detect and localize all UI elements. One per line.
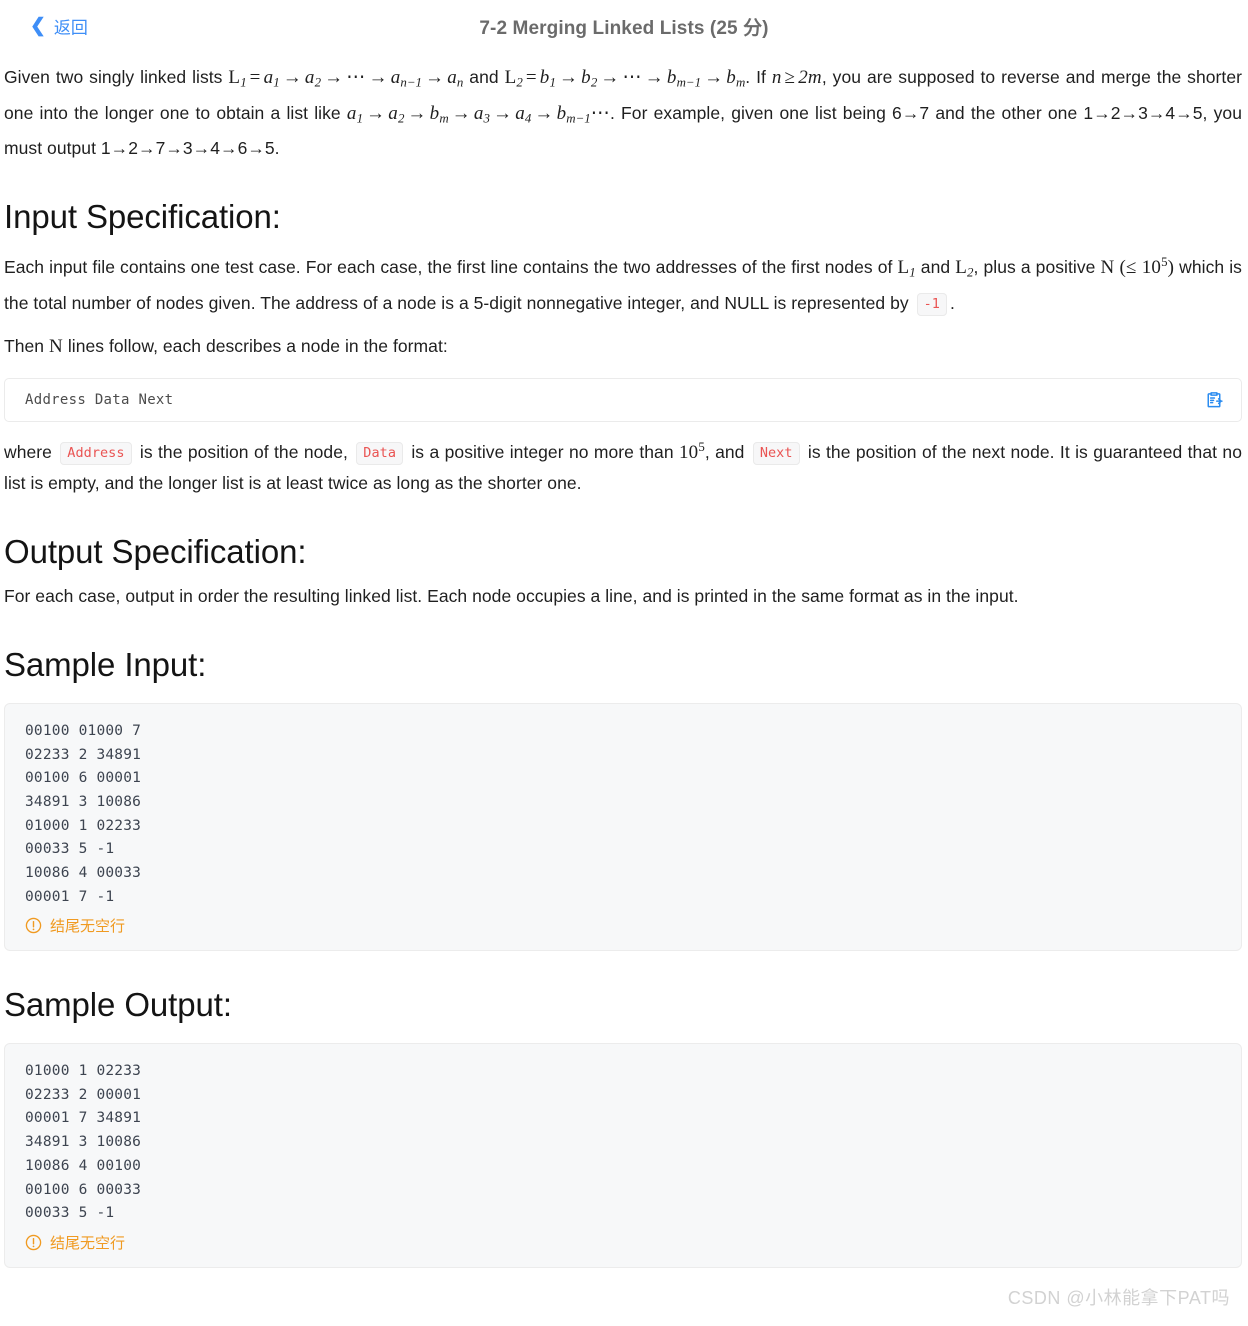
inline-code-data: Data (356, 441, 403, 465)
input-specification-heading: Input Specification: (4, 198, 281, 236)
watermark: CSDN @小林能拿下PAT吗 (1007, 1288, 1230, 1308)
input-specification-paragraph-3: where Address is the position of the nod… (4, 432, 1242, 498)
math-n-ref: N (1100, 256, 1115, 278)
sample-input-heading: Sample Input: (4, 646, 207, 684)
math-n-lines: N (49, 335, 63, 357)
intro-seg-2: and (463, 67, 505, 87)
input-p3-seg-4: , and (704, 441, 750, 462)
intro-seg-3: . If (745, 67, 772, 87)
math-data-bound: 105 (678, 438, 705, 463)
input-specification-paragraph-1: Each input file contains one test case. … (4, 247, 1242, 319)
input-p1-seg-2: and (915, 256, 956, 277)
node-format-code-text: Address Data Next (25, 391, 174, 408)
math-l2: L2 = b1 → b2 → ⋯ → bm−1 → bm (504, 67, 746, 90)
math-l1: L1 = a1 → a2 → ⋯ → an−1 → an (228, 67, 464, 90)
input-p2-seg-1: Then (4, 335, 49, 356)
sample-output-note: 结尾无空行 (25, 1232, 1221, 1253)
sample-input-code: 00100 01000 7 02233 2 34891 00100 6 0000… (25, 722, 142, 905)
output-specification-heading: Output Specification: (4, 532, 307, 570)
input-p3-seg-2: is the position of the node, (134, 441, 354, 462)
input-p1-seg-6: . (949, 292, 955, 313)
node-format-code-bar: Address Data Next (4, 377, 1242, 422)
exclamation-circle-icon (25, 918, 42, 934)
input-p3-seg-1: where (4, 441, 58, 462)
page-header: ❮ 返回 7-2 Merging Linked Lists (25 分) (0, 0, 1248, 52)
sample-output-note-text: 结尾无空行 (50, 1234, 126, 1252)
chevron-left-icon: ❮ (30, 15, 46, 37)
problem-description: Given two singly linked lists L1 = a1 → a2 → ⋯… (4, 62, 1242, 163)
output-specification-paragraph: For each case, output in order the resul… (4, 586, 1019, 607)
math-n-bound: (≤ 105) (1119, 253, 1175, 278)
sample-output-block: 01000 1 02233 02233 2 00001 00001 7 3489… (4, 1043, 1242, 1268)
math-merged-list: a1 → a2 → bm → a3 → a4 → bm−1⋯ (346, 102, 610, 126)
sample-input-note: 结尾无空行 (25, 915, 1221, 936)
copy-clipboard-icon[interactable] (1201, 387, 1227, 413)
intro-seg-1: Given two singly linked lists (4, 67, 229, 87)
inline-code-null: -1 (916, 292, 947, 316)
sample-output-heading: Sample Output: (4, 986, 232, 1024)
sample-input-block: 00100 01000 7 02233 2 34891 00100 6 0000… (4, 702, 1242, 952)
math-l2-ref: L2 (955, 256, 974, 280)
inline-code-next: Next (752, 441, 800, 465)
input-specification-paragraph-2: Then N lines follow, each describes a no… (4, 331, 1242, 362)
input-p2-seg-2: lines follow, each describes a node in t… (62, 335, 448, 356)
math-condition: n ≥2m (771, 67, 822, 88)
inline-code-address: Address (60, 441, 132, 465)
input-p1-seg-3: , plus a positive (973, 256, 1101, 277)
back-button-label: 返回 (53, 18, 88, 38)
input-p3-seg-3: is a positive integer no more than (406, 441, 679, 462)
problem-content: Given two singly linked lists L1 = a1 → a2 → ⋯… (0, 62, 1248, 1268)
sample-output-code: 01000 1 02233 02233 2 00001 00001 7 3489… (25, 1063, 142, 1222)
page-title: 7-2 Merging Linked Lists (25 分) (479, 17, 769, 39)
sample-input-note-text: 结尾无空行 (50, 918, 126, 936)
back-button[interactable]: ❮ 返回 (30, 14, 88, 39)
exclamation-circle-icon (25, 1234, 42, 1251)
input-p1-seg-1: Each input file contains one test case. … (4, 256, 898, 277)
math-l1-ref: L1 (897, 256, 916, 280)
